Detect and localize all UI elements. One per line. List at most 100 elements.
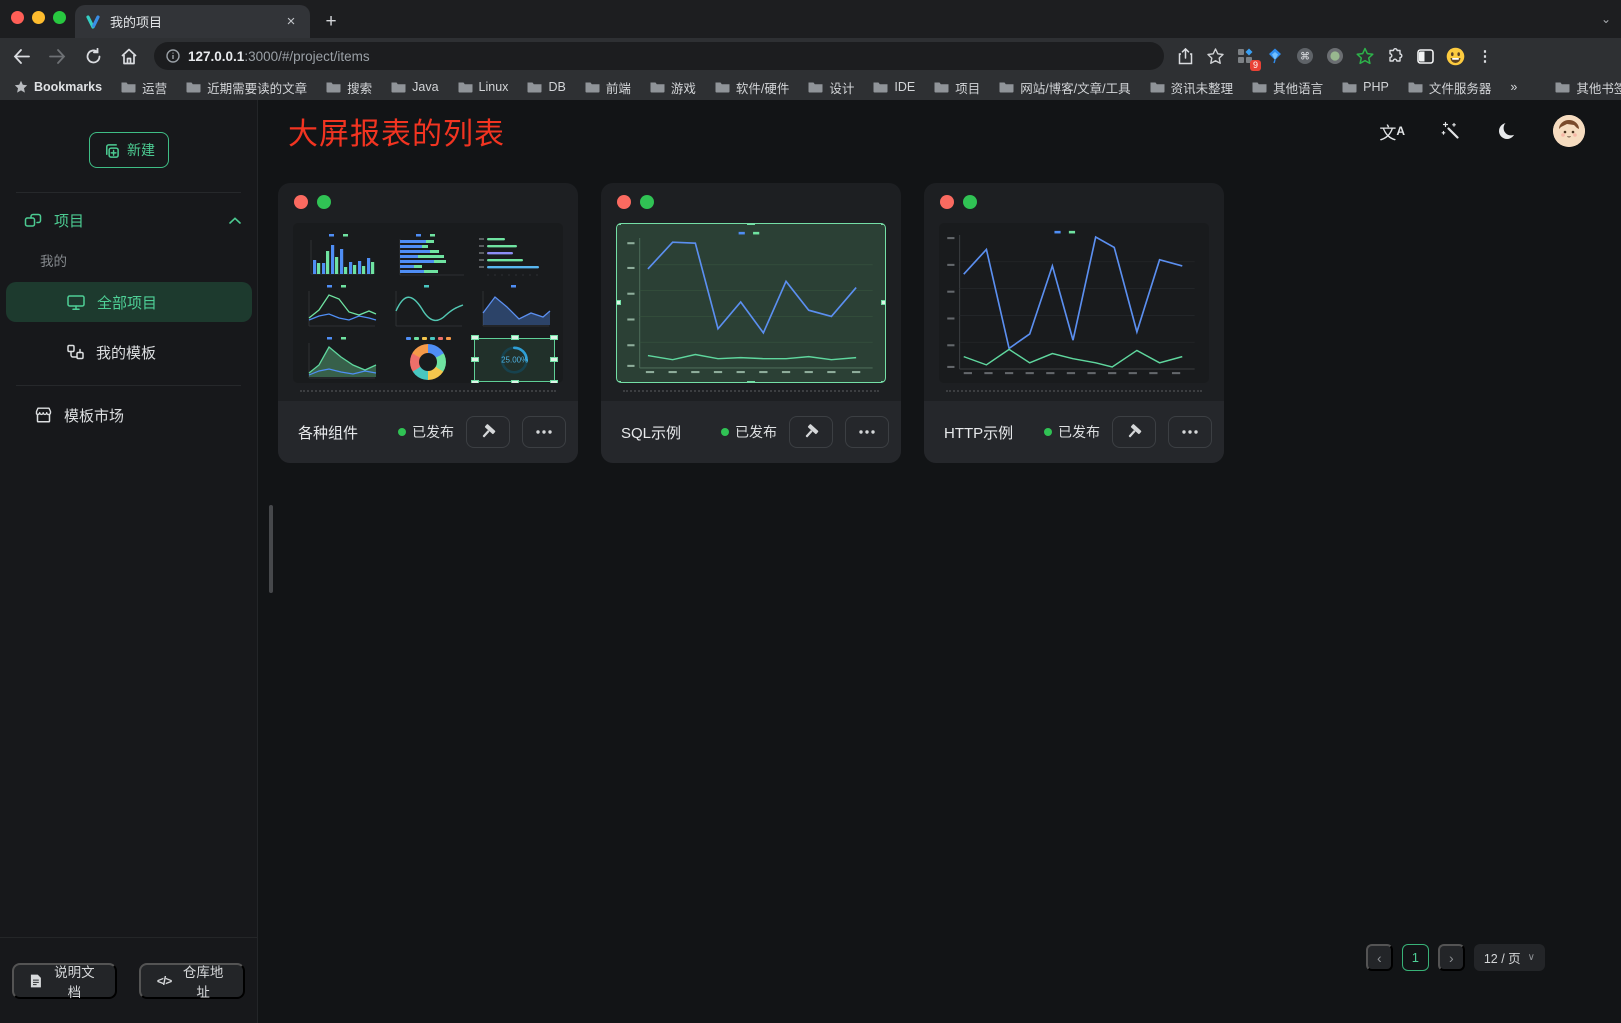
sidebar-footer: 说明文档 </> 仓库地址 [0, 937, 257, 1023]
other-bookmarks[interactable]: 其他书签 [1555, 78, 1621, 97]
extension-kite-icon[interactable] [1262, 43, 1288, 69]
project-card[interactable]: 25.00% 各种组件 已发布 [278, 183, 578, 463]
bookmark-folder[interactable]: DB [527, 80, 565, 94]
red-dot [294, 195, 308, 209]
project-thumbnail[interactable] [616, 223, 886, 383]
extension-grid-icon[interactable]: 9 [1232, 43, 1258, 69]
page-size-select[interactable]: 12 / 页 ∨ [1474, 944, 1545, 971]
zoom-window-button[interactable] [53, 11, 66, 24]
tab-search-icon[interactable]: ⌄ [1601, 12, 1611, 26]
browser-tab[interactable]: 我的项目 × [75, 5, 310, 38]
more-options-button[interactable] [522, 416, 566, 448]
site-info-icon[interactable] [166, 49, 180, 63]
edit-hammer-button[interactable] [466, 416, 510, 448]
project-thumbnail[interactable] [939, 223, 1209, 383]
ellipsis-icon [859, 430, 875, 434]
bookmark-folder[interactable]: 其他语言 [1252, 78, 1323, 97]
more-options-button[interactable] [1168, 416, 1212, 448]
card-footer: HTTP示例 已发布 [924, 401, 1224, 463]
edit-hammer-button[interactable] [789, 416, 833, 448]
bookmark-folder[interactable]: 游戏 [650, 78, 696, 97]
publish-status: 已发布 [1044, 422, 1100, 442]
back-icon[interactable] [6, 41, 36, 71]
next-page-button[interactable]: › [1438, 944, 1465, 971]
chevron-up-icon[interactable] [229, 217, 241, 224]
extensions-puzzle-icon[interactable] [1382, 43, 1408, 69]
new-project-button[interactable]: 新建 [89, 132, 169, 168]
bookmark-folder[interactable]: 近期需要读的文章 [186, 78, 307, 97]
sidebar-item-all-projects[interactable]: 全部项目 [6, 282, 252, 322]
repo-button[interactable]: </> 仓库地址 [139, 963, 245, 999]
language-icon[interactable]: 文A [1379, 119, 1405, 144]
bookmark-folder[interactable]: 软件/硬件 [715, 78, 789, 97]
reload-icon[interactable] [78, 41, 108, 71]
folder-icon [1555, 81, 1570, 93]
scrollbar-thumb[interactable] [269, 505, 273, 593]
tab-close-icon[interactable]: × [282, 13, 300, 31]
sidebar-group-projects[interactable]: 项目 [24, 204, 241, 236]
browser-menu-icon[interactable]: ⋮ [1472, 43, 1498, 69]
bookmark-folder[interactable]: Java [391, 80, 438, 94]
dark-mode-moon-icon[interactable] [1497, 121, 1517, 141]
project-card[interactable]: SQL示例 已发布 [601, 183, 901, 463]
url-host: 127.0.0.1 [188, 49, 244, 64]
hammer-icon [479, 423, 497, 441]
sidebar: 新建 项目 我的 全部项目 [0, 100, 258, 1023]
bookmark-folder[interactable]: PHP [1342, 80, 1389, 94]
dotted-separator [300, 390, 556, 392]
mini-donut-chart [386, 335, 471, 383]
project-thumbnail[interactable]: 25.00% [293, 223, 563, 383]
folder-icon [1150, 81, 1165, 93]
mini-hbar-chart [386, 231, 471, 281]
bookmark-folder[interactable]: 前端 [585, 78, 631, 97]
magic-wand-icon[interactable] [1441, 121, 1461, 141]
edit-hammer-button[interactable] [1112, 416, 1156, 448]
extension-command-icon[interactable]: ⌘ [1292, 43, 1318, 69]
folder-icon [650, 81, 665, 93]
mini-bar-chart [299, 231, 384, 281]
current-page-button[interactable]: 1 [1402, 944, 1429, 971]
bookmark-folder[interactable]: 文件服务器 [1408, 78, 1492, 97]
sidebar-sublabel-mine: 我的 [40, 250, 67, 270]
bookmark-folder[interactable]: 运营 [121, 78, 167, 97]
extension-dot-circle-icon[interactable] [1322, 43, 1348, 69]
status-dot [1044, 428, 1052, 436]
bookmark-folder[interactable]: 网站/博客/文章/工具 [999, 78, 1130, 97]
bookmark-folder[interactable]: 设计 [808, 78, 854, 97]
user-avatar[interactable] [1553, 115, 1585, 147]
sidebar-item-my-templates[interactable]: 我的模板 [6, 332, 252, 372]
bookmark-star-icon[interactable] [1202, 43, 1228, 69]
emoji-extension-icon[interactable] [1442, 43, 1468, 69]
bookmark-folder[interactable]: 搜索 [326, 78, 372, 97]
folder-icon [391, 81, 406, 93]
address-bar[interactable]: 127.0.0.1:3000/#/project/items [154, 42, 1164, 70]
sidebar-item-template-market[interactable]: 模板市场 [6, 395, 252, 435]
bookmark-folder[interactable]: Linux [458, 80, 509, 94]
card-footer: SQL示例 已发布 [601, 401, 901, 463]
bookmark-folder[interactable]: 资讯未整理 [1150, 78, 1234, 97]
dotted-separator [946, 390, 1202, 392]
share-icon[interactable] [1172, 43, 1198, 69]
ellipsis-icon [1182, 430, 1198, 434]
extension-green-star-icon[interactable] [1352, 43, 1378, 69]
bookmark-folder[interactable]: IDE [873, 80, 915, 94]
minimize-window-button[interactable] [32, 11, 45, 24]
home-icon[interactable] [114, 41, 144, 71]
bookmarks-overflow-icon[interactable]: » [1510, 80, 1517, 94]
forward-icon[interactable] [42, 41, 72, 71]
side-panel-icon[interactable] [1412, 43, 1438, 69]
close-window-button[interactable] [11, 11, 24, 24]
red-dot [617, 195, 631, 209]
docs-button[interactable]: 说明文档 [12, 963, 117, 999]
url-path: :3000/#/project/items [244, 49, 369, 64]
new-tab-button[interactable]: + [318, 9, 344, 35]
folder-icon [808, 81, 823, 93]
project-card[interactable]: HTTP示例 已发布 [924, 183, 1224, 463]
prev-page-button[interactable]: ‹ [1366, 944, 1393, 971]
chevron-down-icon: ∨ [1528, 952, 1535, 963]
window-controls [11, 11, 66, 24]
page-title: 大屏报表的列表 [288, 109, 505, 153]
bookmarks-root[interactable]: Bookmarks [14, 80, 102, 94]
bookmark-folder[interactable]: 项目 [934, 78, 980, 97]
more-options-button[interactable] [845, 416, 889, 448]
